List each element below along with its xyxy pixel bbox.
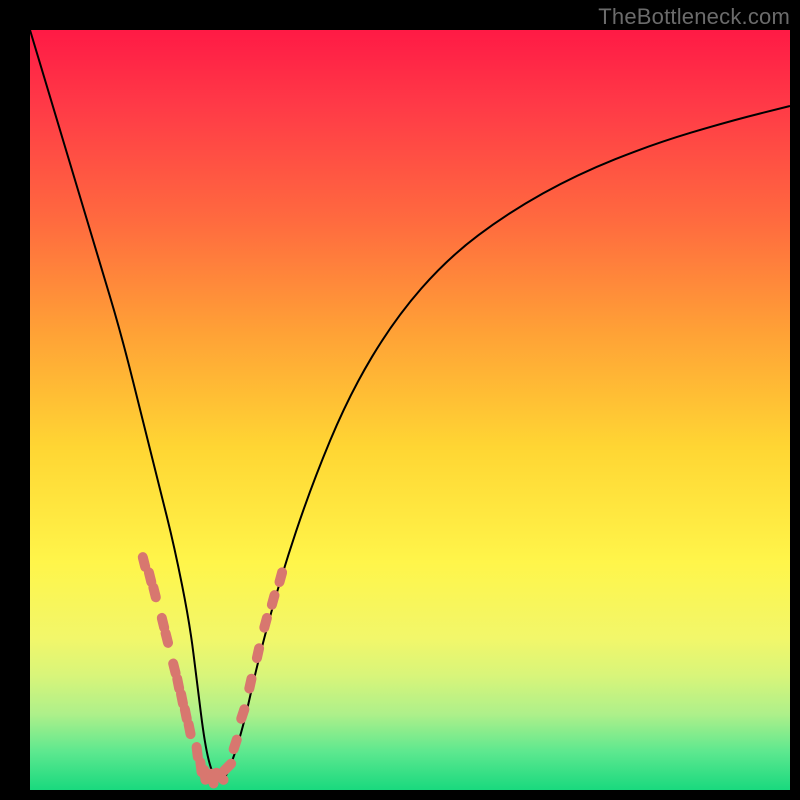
data-point	[183, 718, 197, 740]
plot-area	[30, 30, 790, 790]
data-point	[266, 589, 281, 611]
data-point	[243, 673, 257, 695]
points-group	[137, 551, 289, 789]
bottleneck-curve	[30, 30, 790, 781]
watermark-text: TheBottleneck.com	[598, 4, 790, 30]
data-point	[227, 733, 243, 755]
data-point	[235, 703, 251, 725]
data-point	[251, 642, 265, 664]
chart-frame: TheBottleneck.com	[0, 0, 800, 800]
data-point	[147, 581, 162, 603]
data-point	[273, 566, 288, 588]
data-point	[258, 612, 273, 634]
data-point	[160, 627, 175, 649]
curve-layer	[30, 30, 790, 790]
